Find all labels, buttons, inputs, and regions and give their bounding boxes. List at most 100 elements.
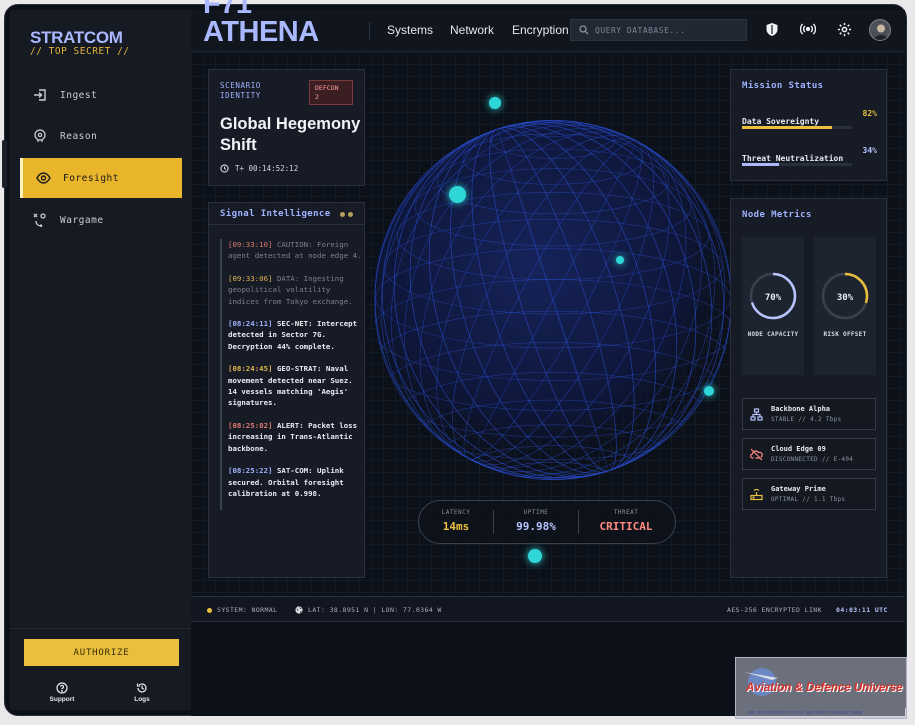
broadcast-icon[interactable] (800, 21, 816, 37)
gauge-value: 70% (764, 293, 782, 303)
nav-item-reason[interactable]: Reason (20, 116, 182, 156)
watermark-tagline: WE JUST REPORT FACTS, WE DON'T CHANGE TH… (748, 710, 863, 715)
coordinates: LAT: 38.8951 N | LON: 77.0364 W (295, 606, 442, 614)
log-timestamp: [09:33:06] (228, 273, 273, 283)
node-item-gateway-prime[interactable]: Gateway Prime OPTIMAL // 1.1 Tbps (742, 478, 876, 510)
node-item-backbone-alpha[interactable]: Backbone Alpha STABLE // 4.2 Tbps (742, 398, 876, 430)
log-timestamp: [09:33:10] (228, 240, 273, 249)
eye-icon (35, 170, 51, 186)
node-name: Backbone Alpha (771, 405, 831, 413)
login-arrow-icon (32, 87, 48, 103)
log-timestamp: [08:24:45] (228, 364, 273, 374)
brain-icon (32, 128, 48, 144)
gauge-value: 30% (836, 293, 854, 303)
progress-bar (742, 163, 852, 166)
mission-item-sovereignty: Data Sovereignty 82% (742, 109, 877, 129)
nav-link-systems[interactable]: Systems (387, 23, 433, 37)
gear-icon[interactable] (836, 21, 852, 37)
nav-label: Ingest (60, 89, 98, 101)
nav-link-encryption[interactable]: Encryption (512, 23, 569, 37)
log-entry: [08:24:11] SEC-NET: Intercept detected i… (228, 318, 362, 352)
gauge-node-capacity: 70% NODE CAPACITY (742, 237, 804, 375)
node-metrics-panel: Node Metrics 70% NODE CAPACITY 30% RISK … (730, 198, 887, 578)
node-status: DISCONNECTED // E-404 (771, 456, 854, 463)
system-status-text: SYSTEM: NORMAL (217, 606, 278, 614)
node-name: Gateway Prime (771, 485, 826, 493)
logs-label: Logs (134, 696, 150, 703)
logs-button[interactable]: Logs (122, 682, 162, 703)
log-entry: [08:25:02] ALERT: Packet loss increasing… (228, 420, 362, 454)
node-marker[interactable] (449, 186, 466, 203)
nav-link-network[interactable]: Network (450, 23, 494, 37)
cloud-off-icon (750, 448, 763, 461)
encryption-status: AES-256 ENCRYPTED LINK (727, 606, 822, 614)
device-side-button (2, 140, 7, 188)
defcon-badge: DEFCON 2 (309, 80, 353, 105)
signal-indicator (340, 212, 353, 217)
log-entry: [08:25:22] SAT-COM: Uplink secured. Orbi… (228, 465, 362, 499)
search-icon (579, 25, 589, 35)
uptime-value: 99.98% (516, 520, 556, 533)
gauge-risk-offset: 30% RISK OFFSET (814, 237, 876, 375)
authorize-button[interactable]: AUTHORIZE (24, 639, 179, 666)
nav-label: Reason (60, 130, 98, 142)
node-marker[interactable] (616, 256, 624, 264)
threat-value: CRITICAL (599, 520, 653, 533)
nav-item-foresight[interactable]: Foresight (20, 158, 182, 198)
status-dot-icon (207, 607, 212, 613)
nav-label: Wargame (60, 214, 104, 226)
support-label: Support (49, 696, 75, 703)
scenario-title: Global Hegemony Shift (220, 115, 361, 154)
support-button[interactable]: Support (42, 682, 82, 703)
node-item-cloud-edge-09[interactable]: Cloud Edge 09 DISCONNECTED // E-404 (742, 438, 876, 470)
log-entry: [08:24:45] GEO-STRAT: Naval movement det… (228, 363, 362, 409)
mission-item-label: Data Sovereignty (742, 117, 820, 126)
utc-clock: 04:03:11 UTC (836, 606, 888, 614)
signal-title: Signal Intelligence (220, 208, 331, 219)
scenario-timer: T+ 00:14:52:12 (220, 164, 298, 173)
uptime-stat: UPTIME 99.98% (501, 509, 571, 533)
progress-bar (742, 126, 852, 129)
log-entry: [09:33:06] DATA: Ingesting geopolitical … (228, 273, 362, 307)
shield-icon[interactable] (764, 21, 780, 37)
mission-item-value: 34% (862, 146, 877, 155)
threat-label: THREAT (613, 509, 639, 516)
node-status: STABLE // 4.2 Tbps (771, 416, 842, 423)
nav-item-ingest[interactable]: Ingest (20, 75, 182, 115)
telemetry-divider (578, 510, 579, 534)
node-marker[interactable] (489, 97, 501, 109)
watermark-logo: Aviation & Defence Universe WE JUST REPO… (735, 657, 907, 719)
telemetry-bar: LATENCY 14ms UPTIME 99.98% THREAT CRITIC… (418, 500, 676, 544)
brand-name: STRATCOM (30, 28, 123, 47)
avatar[interactable] (869, 19, 891, 41)
timer-value: T+ 00:14:52:12 (235, 164, 299, 173)
telemetry-divider (493, 510, 494, 534)
search-input[interactable] (595, 25, 745, 35)
node-name: Cloud Edge 09 (771, 445, 826, 453)
strategy-icon (32, 212, 48, 228)
system-status: SYSTEM: NORMAL (207, 606, 277, 614)
network-icon (750, 408, 763, 421)
status-bar: SYSTEM: NORMAL LAT: 38.8951 N | LON: 77.… (191, 596, 905, 622)
node-status: OPTIMAL // 1.1 Tbps (771, 496, 846, 503)
brand-tagline: // TOP SECRET // (30, 46, 130, 57)
sidebar-divider (10, 628, 191, 629)
scenario-label: SCENARIO IDENTITY (220, 81, 261, 100)
history-icon (136, 683, 147, 693)
app-title: F71 ATHENA (203, 0, 319, 48)
app-title-line2: ATHENA (203, 16, 319, 48)
search-box (570, 19, 747, 41)
header-divider (369, 22, 370, 40)
mission-title: Mission Status (742, 81, 824, 91)
log-entry: [09:33:10] CAUTION: Foreign agent detect… (228, 239, 362, 262)
node-marker[interactable] (704, 386, 714, 396)
globe-visualization[interactable] (374, 110, 732, 490)
defcon-label: DEFCON (315, 84, 339, 92)
latency-label: LATENCY (441, 509, 471, 516)
node-marker[interactable] (528, 549, 542, 563)
nav-item-wargame[interactable]: Wargame (20, 200, 182, 240)
clock-icon (220, 164, 229, 173)
sidebar: STRATCOM // TOP SECRET // Ingest Reason … (10, 10, 191, 710)
mission-status-panel: Mission Status Data Sovereignty 82% Thre… (730, 69, 887, 181)
mission-item-label: Threat Neutralization (742, 154, 844, 163)
